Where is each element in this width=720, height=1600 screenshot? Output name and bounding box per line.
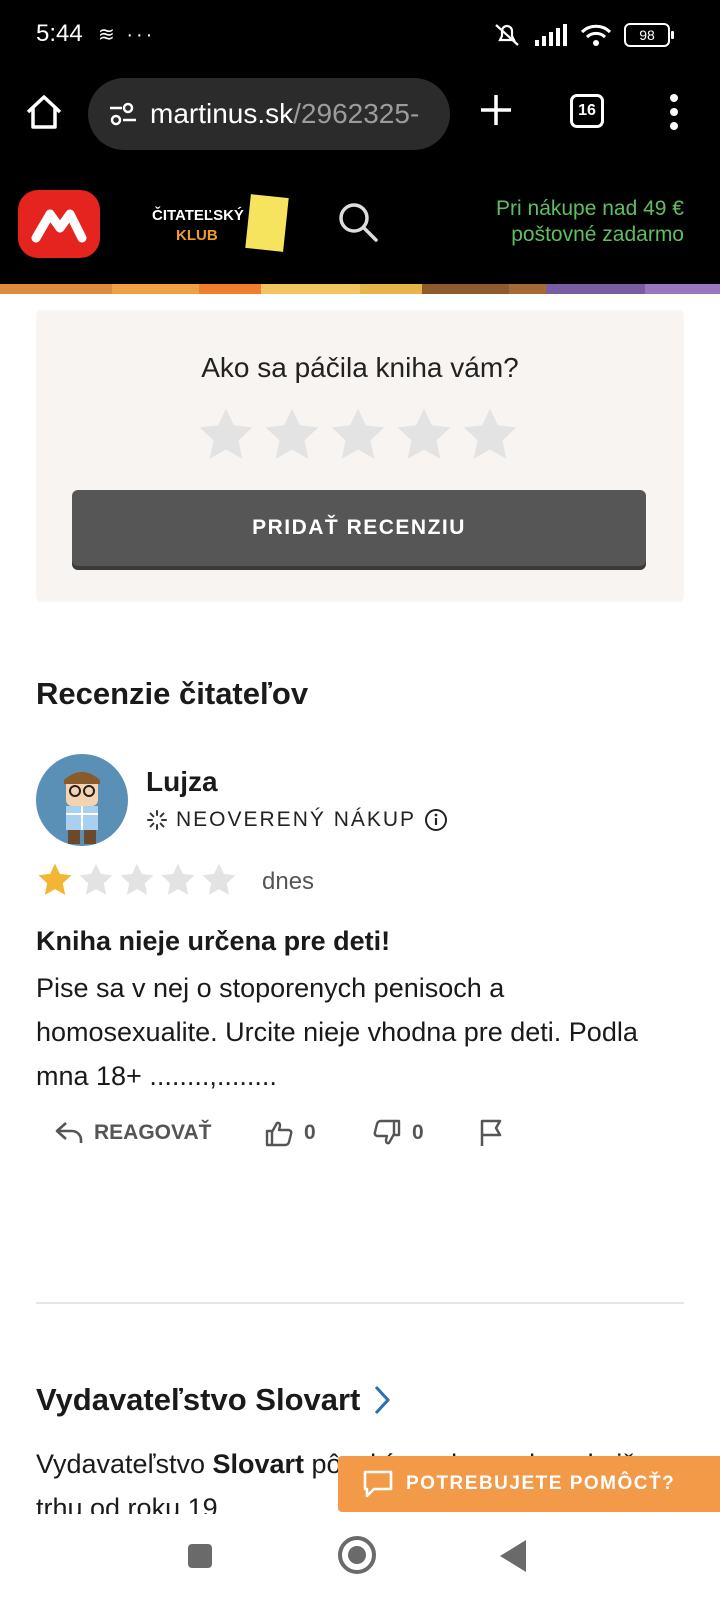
rate-star-2[interactable]	[262, 406, 322, 464]
purchase-status: NEOVERENÝ NÁKUP	[146, 808, 448, 832]
address-bar[interactable]: martinus.sk/2962325-	[88, 78, 450, 150]
shipping-line2: poštovné zadarmo	[511, 223, 684, 246]
back-button[interactable]	[500, 1540, 526, 1572]
rate-star-3[interactable]	[328, 406, 388, 464]
home-button[interactable]	[338, 1536, 376, 1574]
url-host: martinus.sk	[150, 98, 294, 129]
report-flag-icon[interactable]	[478, 1118, 506, 1148]
review-star-2	[79, 863, 113, 895]
color-stripe	[0, 284, 720, 294]
recents-button[interactable]	[188, 1544, 212, 1568]
review-rating	[36, 862, 238, 898]
chat-bubble-icon	[363, 1470, 393, 1498]
reply-icon	[55, 1122, 83, 1143]
review-body: Pise sa v nej o stoporenych penisoch a h…	[36, 973, 638, 1091]
rating-question: Ako sa páčila kniha vám?	[201, 352, 519, 383]
purchase-status-label: NEOVERENÝ NÁKUP	[176, 808, 417, 831]
chevron-right-icon	[375, 1385, 391, 1415]
publisher-text-prefix: Vydavateľstvo	[36, 1449, 213, 1479]
site-settings-icon[interactable]	[108, 101, 138, 127]
club-label-line2: KLUB	[176, 227, 218, 244]
reply-label: REAGOVAŤ	[94, 1121, 212, 1144]
review-star-4	[161, 863, 195, 895]
signal-icon	[535, 24, 567, 46]
review-star-5	[202, 863, 236, 895]
reviewer-avatar-icon	[64, 772, 100, 844]
home-icon[interactable]	[24, 92, 64, 132]
status-time: 5:44	[36, 20, 83, 47]
status-bar: 5:44 ≋ ··· 98	[0, 0, 720, 72]
publisher-title: Vydavateľstvo Slovart	[36, 1382, 361, 1417]
battery-icon: 98	[624, 23, 674, 47]
dislike-button[interactable]: 0	[372, 1119, 478, 1147]
add-review-button[interactable]: PRIDAŤ RECENZIU	[72, 490, 646, 566]
review-date: dnes	[262, 868, 315, 895]
site-header: ČITATEĽSKÝ KLUB Pri nákupe nad 49 € pošt…	[0, 168, 720, 284]
publisher-link[interactable]: Vydavateľstvo Slovart	[36, 1382, 392, 1418]
system-nav-bar	[0, 1514, 720, 1600]
logo-mark-icon	[31, 209, 87, 243]
help-chat-button[interactable]: POTREBUJETE POMÔCŤ?	[338, 1456, 720, 1512]
review-star-1	[38, 863, 72, 895]
rate-star-4[interactable]	[394, 406, 454, 464]
reviews-heading: Recenzie čitateľov	[36, 676, 309, 711]
rate-book-panel: Ako sa páčila kniha vám? PRIDAŤ RECENZIU	[36, 310, 684, 602]
like-button[interactable]: 0	[264, 1119, 372, 1147]
club-book-icon	[245, 194, 289, 252]
rate-star-1[interactable]	[196, 406, 256, 464]
review-title: Kniha nieje určena pre deti!	[36, 926, 391, 956]
readers-club-link[interactable]: ČITATEĽSKÝ KLUB	[152, 206, 244, 246]
status-icons: 98	[492, 22, 674, 48]
browser-toolbar: martinus.sk/2962325- 16	[0, 72, 720, 168]
wifi-icon	[580, 24, 612, 46]
publisher-text-bold: Slovart	[212, 1449, 305, 1479]
help-label: POTREBUJETE POMÔCŤ?	[406, 1473, 676, 1494]
free-shipping-note: Pri nákupe nad 49 € poštovné zadarmo	[496, 196, 684, 248]
new-tab-icon[interactable]	[478, 92, 514, 128]
rate-star-5[interactable]	[460, 406, 520, 464]
search-icon[interactable]	[336, 200, 380, 244]
reviewer-name[interactable]: Lujza	[146, 766, 218, 798]
review-actions: REAGOVAŤ 0 0	[54, 1118, 506, 1148]
dislike-count: 0	[412, 1121, 424, 1144]
shipping-line1: Pri nákupe nad 49 €	[496, 197, 684, 220]
notification-icons: ≋ ···	[98, 24, 156, 46]
thumbs-down-icon	[373, 1119, 401, 1145]
info-icon[interactable]	[424, 808, 448, 832]
mute-icon	[495, 24, 519, 46]
avatar	[36, 754, 128, 846]
loading-spinner-icon	[147, 810, 167, 830]
tab-switcher-button[interactable]: 16	[570, 94, 604, 128]
martinus-logo[interactable]	[18, 190, 100, 258]
overflow-menu-icon[interactable]	[668, 92, 680, 132]
url-path: /2962325-	[293, 98, 420, 129]
rating-star-input[interactable]	[196, 406, 520, 464]
like-count: 0	[304, 1121, 316, 1144]
review-star-3	[120, 863, 154, 895]
thumbs-up-icon	[265, 1121, 293, 1147]
club-label-line1: ČITATEĽSKÝ	[152, 207, 244, 224]
reply-button[interactable]: REAGOVAŤ	[54, 1120, 264, 1146]
section-divider	[36, 1302, 684, 1304]
